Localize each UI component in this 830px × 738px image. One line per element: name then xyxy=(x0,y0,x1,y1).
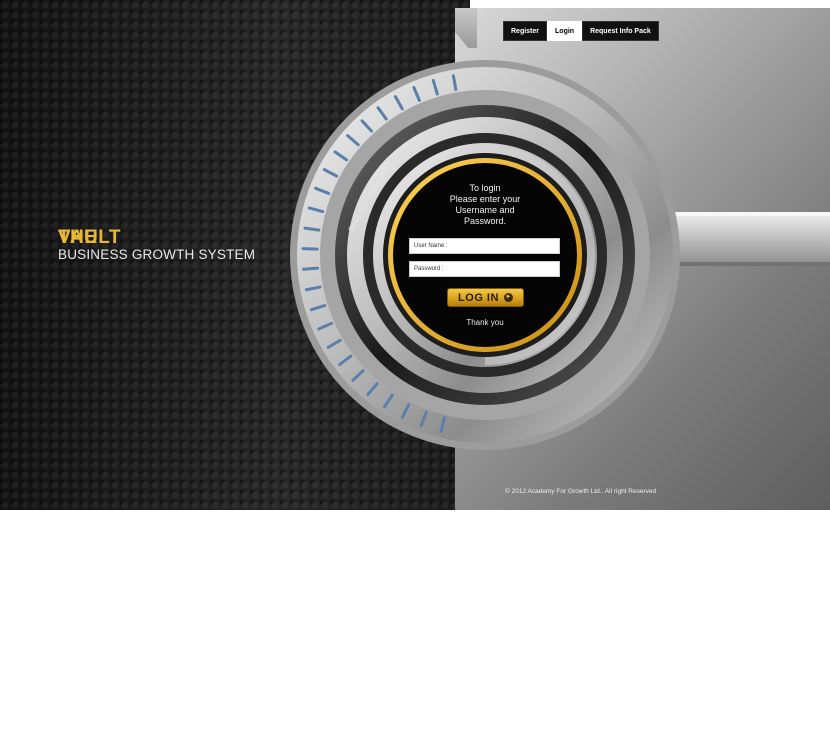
brand-business-growth-system: BUSINESS GROWTH SYSTEM xyxy=(58,247,255,262)
username-input[interactable] xyxy=(448,240,559,252)
username-field[interactable]: User Name : xyxy=(409,238,560,254)
password-input[interactable] xyxy=(444,263,559,275)
right-background-panel xyxy=(455,8,830,510)
login-instructions: To login Please enter your Username and … xyxy=(437,183,533,227)
password-field[interactable]: Password : xyxy=(409,261,560,277)
arrow-right-circle-icon: ► xyxy=(504,293,513,302)
login-intro-line2: Please enter your xyxy=(437,194,533,205)
top-navigation: Register Login Request Info Pack xyxy=(503,21,659,41)
login-intro-line1: To login xyxy=(437,183,533,194)
login-button[interactable]: LOG IN ► xyxy=(447,288,524,307)
brand-logo: THE BUSINESS GROWTH SYSTEM VAULT xyxy=(58,228,255,262)
thank-you-text: Thank you xyxy=(455,318,515,327)
login-button-label: LOG IN xyxy=(458,292,499,304)
register-button[interactable]: Register xyxy=(503,21,547,41)
request-info-pack-button[interactable]: Request Info Pack xyxy=(582,21,659,41)
copyright-text: © 2012 Academy For Growth Ltd.. All righ… xyxy=(505,488,656,495)
login-intro-line3: Username and Password. xyxy=(437,205,533,227)
username-label: User Name : xyxy=(410,243,448,249)
password-label: Password : xyxy=(410,266,444,272)
login-tab-button[interactable]: Login xyxy=(547,21,582,41)
brand-the: THE xyxy=(58,228,255,247)
